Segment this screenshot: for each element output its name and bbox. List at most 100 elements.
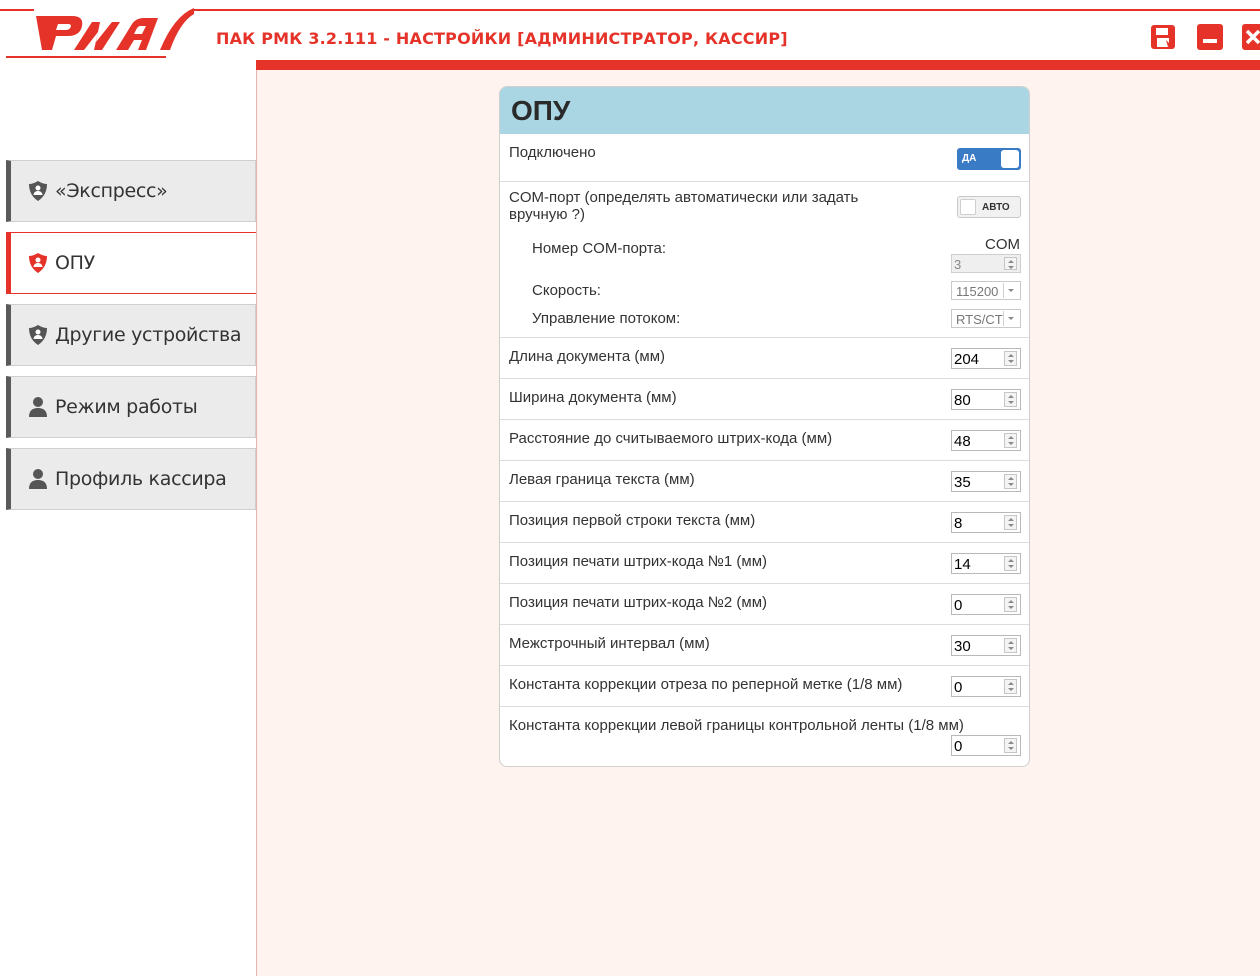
field-label: Позиция печати штрих-кода №1 (мм) <box>509 553 768 570</box>
field-label: Межстрочный интервал (мм) <box>509 635 710 652</box>
com-number-spinner[interactable]: 3 <box>951 254 1021 273</box>
field-value: 8 <box>954 515 963 532</box>
com-number-value: 3 <box>954 257 962 272</box>
sidebar-item-work-mode[interactable]: Режим работы <box>6 376 256 438</box>
sidebar-item-label: Другие устройства <box>55 324 242 346</box>
com-port-label: COM-порт (определять автоматически или з… <box>509 189 859 223</box>
field-label: Константа коррекции левой границы контро… <box>509 717 964 734</box>
flow-control-value: RTS/CT <box>956 312 1003 327</box>
flow-control-select[interactable]: RTS/CT <box>951 309 1021 328</box>
field-row: Длина документа (мм) 204 <box>500 338 1029 379</box>
com-number-label: Номер COM-порта: <box>532 240 667 257</box>
field-value: 0 <box>954 738 963 755</box>
panel-title: ОПУ <box>511 94 571 126</box>
rzd-logo <box>34 8 194 58</box>
field-spinner[interactable]: 48 <box>951 430 1021 451</box>
field-row: Межстрочный интервал (мм) 30 <box>500 625 1029 666</box>
com-port-group: COM-порт (определять автоматически или з… <box>500 182 1029 338</box>
speed-select[interactable]: 115200 <box>951 281 1021 300</box>
field-spinner[interactable]: 14 <box>951 553 1021 574</box>
field-row: Левая граница текста (мм) 35 <box>500 461 1029 502</box>
sidebar-item-opu[interactable]: ОПУ <box>6 232 258 294</box>
save-icon <box>1151 25 1175 49</box>
com-port-auto-toggle[interactable]: АВТО <box>957 196 1021 218</box>
field-value: 204 <box>954 351 980 368</box>
toggle-knob <box>1001 150 1019 168</box>
content-area: ОПУ Подключено ДА COM-порт (определять а… <box>256 70 1260 976</box>
connected-toggle[interactable]: ДА <box>957 148 1021 170</box>
field-spinner[interactable]: 0 <box>951 676 1021 697</box>
spinner-arrows[interactable] <box>1004 679 1017 694</box>
spinner-arrows[interactable] <box>1004 474 1017 489</box>
field-spinner[interactable]: 8 <box>951 512 1021 533</box>
sidebar: «Экспресс» ОПУ Другие устройства Режим р… <box>0 70 258 980</box>
spinner-arrows[interactable] <box>1004 433 1017 448</box>
connected-label: Подключено <box>509 144 596 161</box>
close-button[interactable] <box>1242 24 1260 50</box>
chevron-down-icon <box>1003 283 1018 298</box>
logo-underline <box>6 56 166 58</box>
sidebar-item-cashier-profile[interactable]: Профиль кассира <box>6 448 256 510</box>
field-row: Ширина документа (мм) 80 <box>500 379 1029 420</box>
content-bottom-edge <box>256 976 1260 980</box>
sidebar-item-label: ОПУ <box>55 252 95 274</box>
field-label: Расстояние до считываемого штрих-кода (м… <box>509 430 833 447</box>
field-row: Позиция печати штрих-кода №1 (мм) 14 <box>500 543 1029 584</box>
field-spinner[interactable]: 204 <box>951 348 1021 369</box>
field-spinner[interactable]: 0 <box>951 735 1021 756</box>
speed-label: Скорость: <box>532 282 601 299</box>
field-label: Позиция печати штрих-кода №2 (мм) <box>509 594 768 611</box>
shield-icon <box>29 253 47 273</box>
speed-value: 115200 <box>956 284 999 299</box>
field-row: Позиция первой строки текста (мм) 8 <box>500 502 1029 543</box>
app-window: ПАК РМК 3.2.111 - НАСТРОЙКИ [АДМИНИСТРАТ… <box>0 0 1260 980</box>
spinner-arrows[interactable] <box>1004 351 1017 366</box>
panel-header: ОПУ <box>500 87 1029 134</box>
sidebar-item-label: «Экспресс» <box>55 180 168 202</box>
opu-settings-panel: ОПУ Подключено ДА COM-порт (определять а… <box>499 86 1030 767</box>
sidebar-item-label: Режим работы <box>55 396 198 418</box>
shield-icon <box>29 325 47 345</box>
user-icon <box>29 469 47 489</box>
spinner-arrows[interactable] <box>1004 638 1017 653</box>
header: ПАК РМК 3.2.111 - НАСТРОЙКИ [АДМИНИСТРАТ… <box>0 0 1260 70</box>
spinner-arrows[interactable] <box>1004 515 1017 530</box>
field-value: 0 <box>954 679 963 696</box>
sidebar-item-other-devices[interactable]: Другие устройства <box>6 304 256 366</box>
field-value: 0 <box>954 597 963 614</box>
field-value: 35 <box>954 474 971 491</box>
save-button[interactable] <box>1150 24 1176 50</box>
sidebar-item-label: Профиль кассира <box>55 468 227 490</box>
sidebar-item-express[interactable]: «Экспресс» <box>6 160 256 222</box>
spinner-arrows[interactable] <box>1004 556 1017 571</box>
field-spinner[interactable]: 0 <box>951 594 1021 615</box>
field-value: 30 <box>954 638 971 655</box>
field-value: 80 <box>954 392 971 409</box>
minimize-button[interactable] <box>1197 24 1223 50</box>
field-label: Длина документа (мм) <box>509 348 666 365</box>
header-red-bar <box>256 60 1260 70</box>
minimize-icon <box>1203 39 1217 43</box>
connected-row: Подключено ДА <box>500 134 1029 182</box>
field-label: Левая граница текста (мм) <box>509 471 695 488</box>
field-row: Позиция печати штрих-кода №2 (мм) 0 <box>500 584 1029 625</box>
toggle-label: АВТО <box>982 202 1010 213</box>
flow-control-label: Управление потоком: <box>532 310 681 327</box>
field-row: Расстояние до считываемого штрих-кода (м… <box>500 420 1029 461</box>
field-row: Константа коррекции левой границы контро… <box>500 707 1029 766</box>
field-spinner[interactable]: 35 <box>951 471 1021 492</box>
window-title: ПАК РМК 3.2.111 - НАСТРОЙКИ [АДМИНИСТРАТ… <box>216 29 788 48</box>
toggle-knob <box>960 199 976 215</box>
field-spinner[interactable]: 30 <box>951 635 1021 656</box>
spinner-arrows[interactable] <box>1004 257 1017 270</box>
field-label: Ширина документа (мм) <box>509 389 677 406</box>
com-prefix-label: COM <box>985 236 1020 253</box>
field-spinner[interactable]: 80 <box>951 389 1021 410</box>
spinner-arrows[interactable] <box>1004 392 1017 407</box>
shield-icon <box>29 181 47 201</box>
field-label: Позиция первой строки текста (мм) <box>509 512 756 529</box>
spinner-arrows[interactable] <box>1004 738 1017 753</box>
close-icon <box>1245 29 1260 45</box>
field-value: 14 <box>954 556 971 573</box>
spinner-arrows[interactable] <box>1004 597 1017 612</box>
